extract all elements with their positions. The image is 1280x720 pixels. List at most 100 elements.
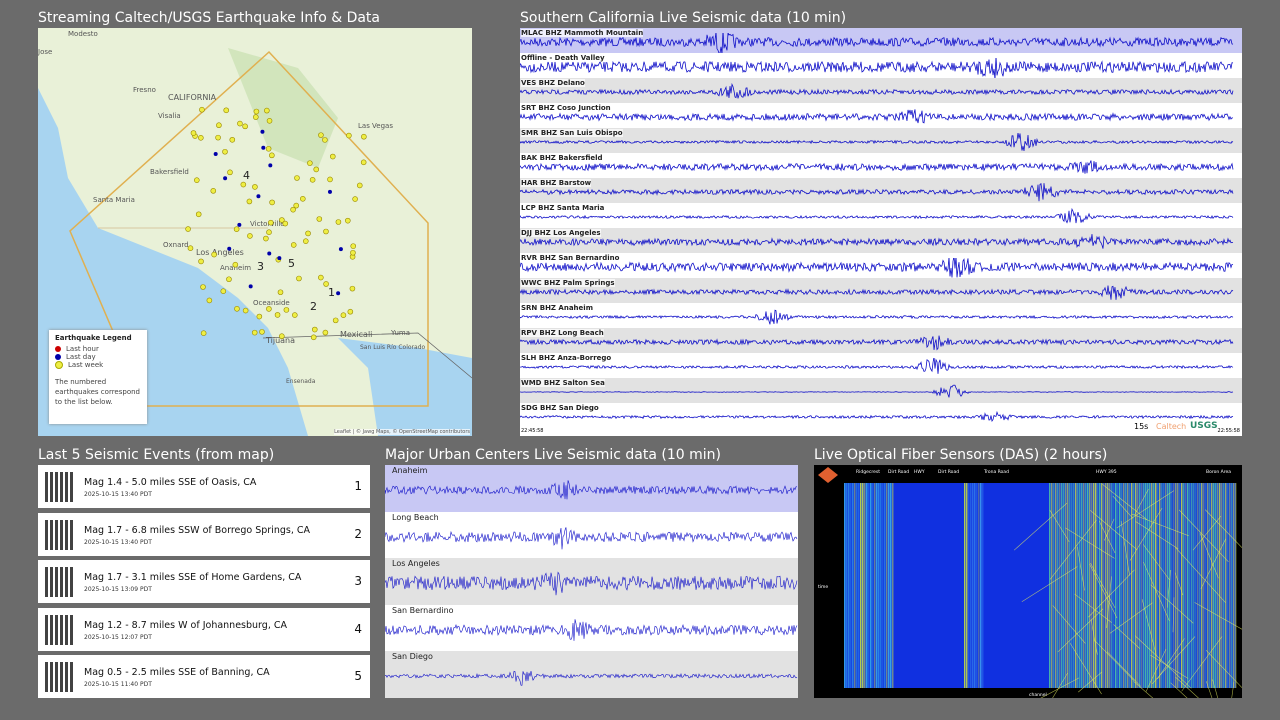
quake-number[interactable]: 2 bbox=[310, 300, 317, 313]
station-label: SRT BHZ Coso Junction bbox=[521, 104, 611, 112]
legend-label: Last hour bbox=[66, 345, 99, 353]
urban-panel: Anaheim Long Beach Los Angeles San Bernardi… bbox=[385, 465, 798, 698]
das-x-label: channel bbox=[1029, 693, 1047, 698]
das-segment-label: Dirt Road bbox=[888, 470, 910, 475]
das-waterfall bbox=[818, 465, 1242, 698]
station-row: SMR BHZ San Luis Obispo bbox=[520, 128, 1242, 153]
station-row: WWC BHZ Palm Springs bbox=[520, 278, 1242, 303]
seismic-panel: MLAC BHZ Mammoth Mountain Offline - Death… bbox=[520, 28, 1242, 436]
city-label: Los Angeles bbox=[392, 559, 440, 569]
station-row: WMD BHZ Salton Sea bbox=[520, 378, 1242, 403]
station-row: VES BHZ Delano bbox=[520, 78, 1242, 103]
das-title: Live Optical Fiber Sensors (DAS) (2 hour… bbox=[814, 447, 1108, 463]
station-label: SDG BHZ San Diego bbox=[521, 404, 599, 412]
station-row: RPV BHZ Long Beach bbox=[520, 328, 1242, 353]
event-number: 3 bbox=[354, 574, 362, 588]
city-row: Long Beach bbox=[385, 511, 798, 559]
city-row: San Diego bbox=[385, 651, 798, 698]
event-date: 2025-10-15 13:40 PDT bbox=[84, 491, 152, 498]
quake-number[interactable]: 5 bbox=[288, 257, 295, 270]
city-label: Long Beach bbox=[392, 512, 439, 522]
qr-code-icon[interactable] bbox=[45, 614, 75, 645]
event-number: 4 bbox=[354, 621, 362, 636]
map-attribution[interactable]: Leaflet | © Jawg Maps, © OpenStreetMap c… bbox=[334, 429, 470, 435]
city-row: Los Angeles bbox=[385, 558, 798, 605]
city-label: San Diego bbox=[392, 652, 433, 662]
event-number: 2 bbox=[354, 526, 362, 541]
city-row: San Bernardino bbox=[385, 604, 798, 652]
qr-code-icon[interactable] bbox=[45, 662, 75, 692]
station-label: DJJ BHZ Los Angeles bbox=[521, 229, 601, 237]
station-label: VES BHZ Delano bbox=[521, 79, 585, 87]
station-label: WWC BHZ Palm Springs bbox=[521, 279, 615, 287]
event-number: 5 bbox=[354, 669, 362, 683]
station-label: BAK BHZ Bakersfield bbox=[521, 154, 603, 162]
station-label: RPV BHZ Long Beach bbox=[521, 329, 604, 337]
das-segment-label: Boron Area bbox=[1206, 470, 1231, 475]
event-item[interactable]: Mag 1.4 - 5.0 miles SSE of Oasis, CA 2025… bbox=[38, 465, 370, 508]
station-label: MLAC BHZ Mammoth Mountain bbox=[521, 29, 644, 37]
legend-item: Last week bbox=[55, 361, 141, 369]
event-date: 2025-10-15 13:09 PDT bbox=[84, 586, 152, 593]
quake-number[interactable]: 4 bbox=[243, 169, 250, 182]
das-logo-icon bbox=[818, 467, 838, 483]
caltech-logo: Caltech bbox=[1156, 422, 1187, 431]
quake-number[interactable]: 1 bbox=[328, 286, 335, 299]
earthquake-map[interactable]: Modesto Jose Fresno CALIFORNIA Visalia L… bbox=[38, 28, 472, 436]
quake-number[interactable]: 3 bbox=[257, 260, 264, 273]
station-label: WMD BHZ Salton Sea bbox=[521, 379, 605, 387]
das-segment-label: Dirt Road bbox=[938, 470, 960, 475]
event-title: Mag 1.7 - 3.1 miles SSE of Home Gardens,… bbox=[84, 572, 302, 583]
station-row: SRT BHZ Coso Junction bbox=[520, 103, 1242, 128]
event-date: 2025-10-15 11:40 PDT bbox=[84, 681, 152, 688]
station-row: HAR BHZ Barstow bbox=[520, 178, 1242, 203]
legend-item: Last day bbox=[55, 353, 141, 361]
legend-label: Last week bbox=[68, 361, 104, 369]
station-row: BAK BHZ Bakersfield bbox=[520, 153, 1242, 178]
event-date: 2025-10-15 13:40 PDT bbox=[84, 538, 152, 546]
event-item[interactable]: Mag 1.7 - 3.1 miles SSE of Home Gardens,… bbox=[38, 560, 370, 603]
das-panel: Ridgecrest Dirt Road HWY Dirt Road Trona Roa… bbox=[814, 465, 1242, 698]
city-label: Anaheim bbox=[392, 466, 428, 475]
map-title: Streaming Caltech/USGS Earthquake Info &… bbox=[38, 10, 381, 26]
event-title: Mag 1.4 - 5.0 miles SSE of Oasis, CA bbox=[84, 477, 257, 488]
station-row: MLAC BHZ Mammoth Mountain bbox=[520, 28, 1242, 54]
waveform-trace bbox=[385, 671, 798, 687]
legend-item: Last hour bbox=[55, 345, 141, 353]
das-segment-label: HWY 395 bbox=[1096, 470, 1117, 475]
qr-code-icon[interactable] bbox=[45, 567, 75, 597]
station-label: RVR BHZ San Bernardino bbox=[521, 254, 620, 262]
station-row: RVR BHZ San Bernardino bbox=[520, 253, 1242, 278]
earthquake-legend: Earthquake Legend Last hour Last day Las… bbox=[49, 330, 147, 424]
usgs-logo: USGS bbox=[1190, 421, 1218, 431]
event-item[interactable]: Mag 1.7 - 6.8 miles SSW of Borrego Sprin… bbox=[38, 512, 370, 556]
event-title: Mag 1.2 - 8.7 miles W of Johannesburg, C… bbox=[84, 619, 287, 631]
seismic-title: Southern California Live Seismic data (1… bbox=[520, 10, 847, 26]
station-row: Offline - Death Valley bbox=[520, 53, 1242, 80]
das-segment-label: Trona Road bbox=[984, 470, 1009, 475]
qr-code-icon[interactable] bbox=[45, 519, 75, 550]
legend-label: Last day bbox=[66, 353, 96, 361]
station-label: LCP BHZ Santa Maria bbox=[521, 204, 605, 212]
station-label: HAR BHZ Barstow bbox=[521, 179, 592, 187]
event-title: Mag 1.7 - 6.8 miles SSW of Borrego Sprin… bbox=[84, 524, 311, 536]
station-label: Offline - Death Valley bbox=[521, 54, 605, 62]
urban-title: Major Urban Centers Live Seismic data (1… bbox=[385, 447, 721, 463]
station-label: SLH BHZ Anza-Borrego bbox=[521, 354, 612, 362]
das-segment-label: HWY bbox=[914, 470, 925, 475]
qr-code-icon[interactable] bbox=[45, 472, 75, 502]
station-label: SMR BHZ San Luis Obispo bbox=[521, 129, 623, 137]
event-number: 1 bbox=[354, 479, 362, 493]
station-row: LCP BHZ Santa Maria bbox=[520, 203, 1242, 228]
event-item[interactable]: Mag 0.5 - 2.5 miles SSE of Banning, CA 20… bbox=[38, 655, 370, 698]
event-date: 2025-10-15 12:07 PDT bbox=[84, 633, 152, 641]
events-list: Mag 1.4 - 5.0 miles SSE of Oasis, CA 2025… bbox=[38, 465, 370, 698]
city-label: San Bernardino bbox=[392, 605, 454, 615]
station-row: DJJ BHZ Los Angeles bbox=[520, 228, 1242, 253]
station-row: SRN BHZ Anaheim bbox=[520, 303, 1242, 328]
das-segment-label: Ridgecrest bbox=[856, 470, 880, 475]
time-end: 22:55:58 bbox=[1217, 428, 1240, 434]
das-y-label: time bbox=[818, 585, 829, 590]
legend-note: The numbered earthquakes correspond to t… bbox=[55, 378, 140, 406]
event-item[interactable]: Mag 1.2 - 8.7 miles W of Johannesburg, C… bbox=[38, 607, 370, 651]
